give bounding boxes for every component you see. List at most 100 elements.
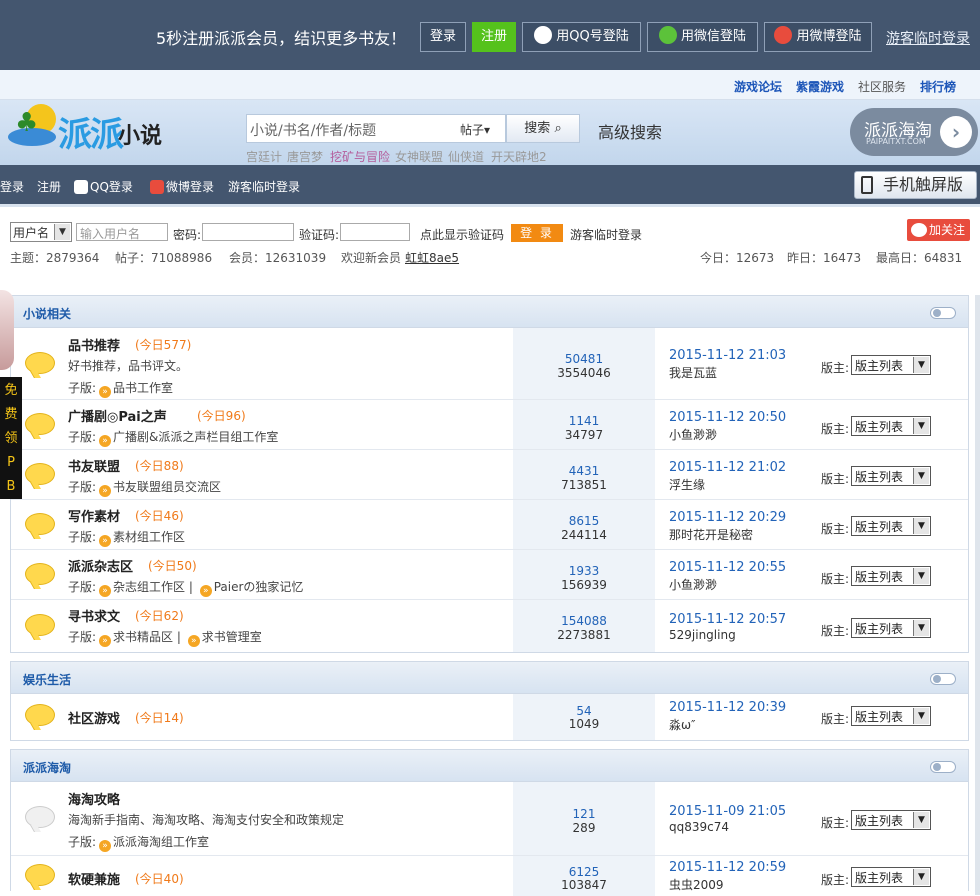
- subforum-link[interactable]: 品书工作室: [113, 381, 173, 395]
- forum-name[interactable]: 广播剧◎Pai之声: [68, 406, 167, 425]
- last-post-time[interactable]: 2015-11-12 20:57: [669, 612, 786, 627]
- last-post-time[interactable]: 2015-11-12 20:59: [669, 860, 786, 875]
- last-post-user[interactable]: qq839c74: [669, 820, 729, 834]
- sub-label: 子版:: [68, 480, 97, 494]
- show-captcha-link[interactable]: 点此显示验证码: [420, 226, 504, 243]
- moderator-select[interactable]: 版主列表 ▼: [851, 706, 931, 726]
- collapse-toggle[interactable]: [930, 673, 956, 685]
- login-type-select[interactable]: 用户名 ▼: [10, 222, 72, 242]
- forum-topic-count[interactable]: 50481: [513, 352, 655, 366]
- subforum-link[interactable]: Paierの独家记忆: [214, 580, 304, 594]
- last-post-time[interactable]: 2015-11-12 21:02: [669, 460, 786, 475]
- subnav-game-forum[interactable]: 游戏论坛: [734, 78, 782, 95]
- moderator-select[interactable]: 版主列表 ▼: [851, 416, 931, 436]
- subforum-link[interactable]: 求书管理室: [202, 630, 262, 644]
- forum-name[interactable]: 品书推荐: [68, 335, 120, 354]
- search-category-select[interactable]: 帖子▾: [460, 121, 490, 138]
- top-login-button[interactable]: 登录: [420, 22, 466, 52]
- page-scrollbar[interactable]: [975, 295, 980, 895]
- moderator-select[interactable]: 版主列表 ▼: [851, 566, 931, 586]
- subnav-ranking[interactable]: 排行榜: [920, 78, 956, 95]
- forum-bubble-icon: [25, 563, 55, 589]
- subnav-zixia-games[interactable]: 紫霞游戏: [796, 78, 844, 95]
- subforum-link[interactable]: 求书精品区: [113, 630, 173, 644]
- captcha-input[interactable]: [340, 223, 410, 241]
- last-post-time[interactable]: 2015-11-12 20:39: [669, 700, 786, 715]
- new-member-link[interactable]: 虹虹8ae5: [405, 249, 459, 266]
- moderator-select[interactable]: 版主列表 ▼: [851, 867, 931, 887]
- last-post-user[interactable]: 那时花开是秘密: [669, 526, 753, 543]
- wechat-login-button[interactable]: 用微信登陆: [647, 22, 758, 52]
- weibo-login-button[interactable]: 用微博登陆: [764, 22, 872, 52]
- toolbar-qq-login[interactable]: QQ登录: [74, 178, 133, 195]
- forum-post-count: 289: [572, 821, 596, 835]
- forum-topic-count[interactable]: 154088: [513, 614, 655, 628]
- last-post-user[interactable]: 淼ω″: [669, 716, 696, 733]
- collapse-toggle[interactable]: [930, 761, 956, 773]
- side-free-pb-ad[interactable]: 免 费 领 P B: [0, 377, 22, 499]
- moderator-select[interactable]: 版主列表 ▼: [851, 618, 931, 638]
- forum-name[interactable]: 软硬兼施: [68, 869, 120, 888]
- last-post-user[interactable]: 小鱼渺渺: [669, 576, 717, 593]
- advanced-search-link[interactable]: 高级搜索: [598, 119, 662, 143]
- password-input[interactable]: [202, 223, 294, 241]
- subforum-link[interactable]: 派派海淘组工作室: [113, 835, 209, 849]
- forum-topic-count[interactable]: 121: [513, 807, 655, 821]
- forum-name[interactable]: 派派杂志区: [68, 556, 133, 575]
- forum-name[interactable]: 海淘攻略: [68, 789, 120, 808]
- guest-login-link[interactable]: 游客临时登录: [886, 26, 972, 53]
- forum-name[interactable]: 寻书求文: [68, 606, 120, 625]
- hot-link[interactable]: 挖矿与冒险: [330, 148, 390, 165]
- moderator-select-value: 版主列表: [855, 420, 904, 434]
- last-post-time[interactable]: 2015-11-12 20:29: [669, 510, 786, 525]
- forum-post-count: 3554046: [557, 366, 611, 380]
- guest-login-link-2[interactable]: 游客临时登录: [570, 226, 642, 243]
- moderator-select[interactable]: 版主列表 ▼: [851, 810, 931, 830]
- forum-name[interactable]: 社区游戏: [68, 708, 120, 727]
- hot-link[interactable]: 唐宫梦: [287, 148, 323, 165]
- hot-link[interactable]: 女神联盟: [395, 148, 443, 165]
- hot-link[interactable]: 宫廷计: [246, 148, 282, 165]
- moderator-select-value: 版主列表: [855, 814, 904, 828]
- stat-max: 最高日：64831: [876, 251, 963, 265]
- last-post-user[interactable]: 小鱼渺渺: [669, 426, 717, 443]
- username-input[interactable]: 输入用户名: [76, 223, 168, 241]
- moderator-select[interactable]: 版主列表 ▼: [851, 516, 931, 536]
- qq-login-button[interactable]: 用QQ号登陆: [522, 22, 641, 52]
- forum-topic-count[interactable]: 54: [513, 704, 655, 718]
- last-post-time[interactable]: 2015-11-12 20:55: [669, 560, 786, 575]
- forum-bubble-icon: [25, 513, 55, 539]
- last-post-time[interactable]: 2015-11-12 20:50: [669, 410, 786, 425]
- forum-topic-count[interactable]: 8615: [513, 514, 655, 528]
- moderator-select[interactable]: 版主列表 ▼: [851, 355, 931, 375]
- forum-today-count: (今日50): [148, 559, 197, 573]
- subnav-community-service[interactable]: 社区服务: [858, 78, 906, 95]
- toolbar-guest-login[interactable]: 游客临时登录: [228, 178, 300, 195]
- last-post-user[interactable]: 虫虫2009: [669, 876, 724, 893]
- hot-link[interactable]: 仙侠道: [448, 148, 484, 165]
- last-post-time[interactable]: 2015-11-09 21:05: [669, 804, 786, 819]
- forum-name[interactable]: 书友联盟: [68, 456, 120, 475]
- toolbar-register-link[interactable]: 注册: [37, 178, 61, 195]
- toolbar-login-link[interactable]: 登录: [0, 178, 24, 195]
- forum-topic-count[interactable]: 6125: [513, 865, 655, 879]
- forum-topic-count[interactable]: 4431: [513, 464, 655, 478]
- last-post-user[interactable]: 浮生缘: [669, 476, 705, 493]
- last-post-time[interactable]: 2015-11-12 21:03: [669, 348, 786, 363]
- forum-topic-count[interactable]: 1141: [513, 414, 655, 428]
- toolbar-weibo-login[interactable]: 微博登录: [150, 178, 214, 195]
- top-register-button[interactable]: 注册: [472, 22, 516, 52]
- search-button[interactable]: 搜索 ⌕: [506, 114, 580, 143]
- last-post-user[interactable]: 529jingling: [669, 628, 736, 642]
- subforum-link[interactable]: 广播剧&派派之声栏目组工作室: [113, 430, 278, 444]
- subforum-link[interactable]: 素材组工作区: [113, 530, 185, 544]
- last-post-user[interactable]: 我是瓦蓝: [669, 364, 717, 381]
- forum-topic-count[interactable]: 1933: [513, 564, 655, 578]
- subforum-link[interactable]: 杂志组工作区: [113, 580, 185, 594]
- hot-link[interactable]: 开天辟地2: [491, 148, 547, 165]
- subforum-link[interactable]: 书友联盟组员交流区: [113, 480, 221, 494]
- collapse-toggle[interactable]: [930, 307, 956, 319]
- login-submit-button[interactable]: 登 录: [511, 224, 563, 242]
- forum-name[interactable]: 写作素材: [68, 506, 120, 525]
- moderator-select[interactable]: 版主列表 ▼: [851, 466, 931, 486]
